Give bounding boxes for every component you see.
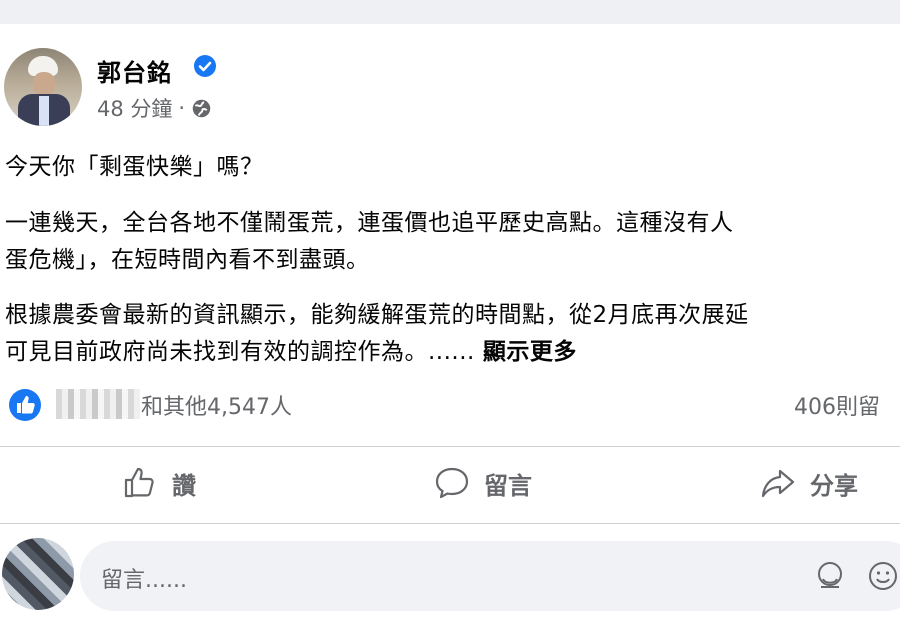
comment-count[interactable]: 406則留 — [794, 389, 880, 421]
like-button[interactable]: 讚 — [122, 465, 196, 501]
post-text-line: 蛋危機」，在短時間內看不到盡頭。 — [5, 247, 370, 273]
globe-icon — [192, 99, 211, 117]
see-more-link[interactable]: 顯示更多 — [483, 339, 577, 365]
post-text-fragment: 可見目前政府尚未找到有效的調控作為。...... — [5, 339, 475, 365]
author-name[interactable]: 郭台銘 — [97, 53, 172, 88]
share-label: 分享 — [810, 471, 858, 500]
divider — [0, 446, 900, 447]
author-avatar[interactable] — [4, 48, 82, 126]
comment-bubble-icon — [435, 467, 469, 499]
post-text-line: 根據農委會最新的資訊顯示，能夠緩解蛋荒的時間點，從2月底再次展延 — [5, 302, 749, 328]
comment-placeholder: 留言...... — [101, 568, 187, 593]
post-time[interactable]: 48 分鐘 — [97, 93, 172, 123]
meta-separator: · — [178, 96, 186, 120]
comment-label: 留言 — [484, 471, 532, 500]
emoji-icon[interactable] — [867, 560, 899, 592]
reaction-count[interactable]: 和其他4,547人 — [141, 389, 292, 421]
like-reaction-icon[interactable] — [8, 388, 42, 422]
share-button[interactable]: 分享 — [760, 465, 858, 501]
share-arrow-icon — [761, 469, 795, 498]
comment-input[interactable]: 留言...... — [80, 541, 900, 611]
avatar-sticker-icon[interactable] — [814, 560, 846, 592]
post-text-line: 可見目前政府尚未找到有效的調控作為。...... 顯示更多 — [5, 332, 577, 366]
divider — [0, 523, 900, 524]
post-text-line: 一連幾天，全台各地不僅鬧蛋荒，連蛋價也追平歷史高點。這種沒有人 — [5, 210, 734, 236]
post-meta: 48 分鐘 · — [97, 93, 212, 123]
like-label: 讚 — [172, 471, 196, 500]
reactions-bar: 和其他4,547人 406則留 — [0, 383, 900, 427]
thumbs-up-icon — [124, 467, 154, 498]
current-user-avatar[interactable] — [2, 538, 74, 610]
post-text-line: 今天你「剩蛋快樂」嗎？ — [5, 154, 264, 180]
action-bar: 讚 留言 分享 — [0, 455, 900, 515]
verified-badge-icon — [194, 55, 216, 77]
comment-button[interactable]: 留言 — [434, 465, 532, 501]
reactor-names-blurred — [56, 389, 140, 419]
top-bar — [0, 0, 900, 24]
